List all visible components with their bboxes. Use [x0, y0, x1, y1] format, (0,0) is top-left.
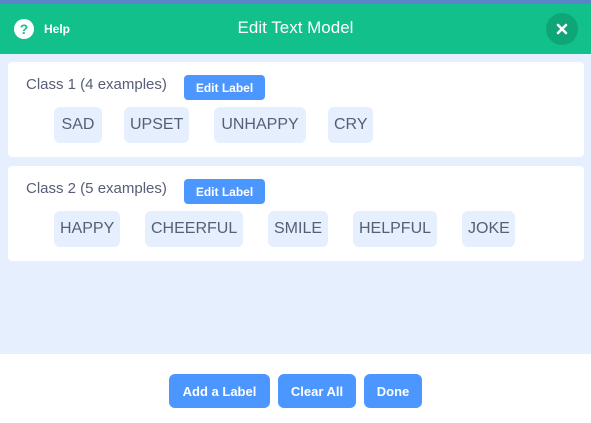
class-card-2: Class 2 (5 examples) Edit Label HAPPY CH…	[8, 166, 584, 261]
dialog-footer: Add a Label Clear All Done	[0, 354, 591, 423]
example-chip[interactable]: CRY	[328, 107, 373, 143]
example-chip[interactable]: SMILE	[268, 211, 328, 247]
example-chip[interactable]: HELPFUL	[353, 211, 437, 247]
example-chip[interactable]: JOKE	[462, 211, 515, 247]
clear-all-button[interactable]: Clear All	[278, 374, 356, 408]
dialog-header: ? Help Edit Text Model	[0, 4, 591, 54]
help-button[interactable]: ? Help	[14, 18, 70, 40]
add-label-button[interactable]: Add a Label	[169, 374, 270, 408]
close-button[interactable]	[546, 13, 578, 45]
help-icon: ?	[14, 19, 34, 39]
class-card-1: Class 1 (4 examples) Edit Label SAD UPSE…	[8, 62, 584, 157]
dialog-title: Edit Text Model	[237, 18, 354, 37]
example-chip[interactable]: UNHAPPY	[214, 107, 306, 143]
class-title: Class 2 (5 examples)	[26, 180, 167, 197]
class-title: Class 1 (4 examples)	[26, 76, 167, 93]
edit-label-button[interactable]: Edit Label	[184, 75, 265, 100]
example-chip[interactable]: HAPPY	[54, 211, 120, 247]
example-chip[interactable]: SAD	[54, 107, 102, 143]
example-chip[interactable]: CHEERFUL	[145, 211, 243, 247]
done-button[interactable]: Done	[364, 374, 422, 408]
edit-text-model-dialog: ? Help Edit Text Model Class 1 (4 exampl…	[0, 4, 591, 423]
help-label: Help	[44, 22, 71, 36]
close-icon	[556, 23, 568, 35]
edit-label-button[interactable]: Edit Label	[184, 179, 265, 204]
example-chip[interactable]: UPSET	[124, 107, 189, 143]
